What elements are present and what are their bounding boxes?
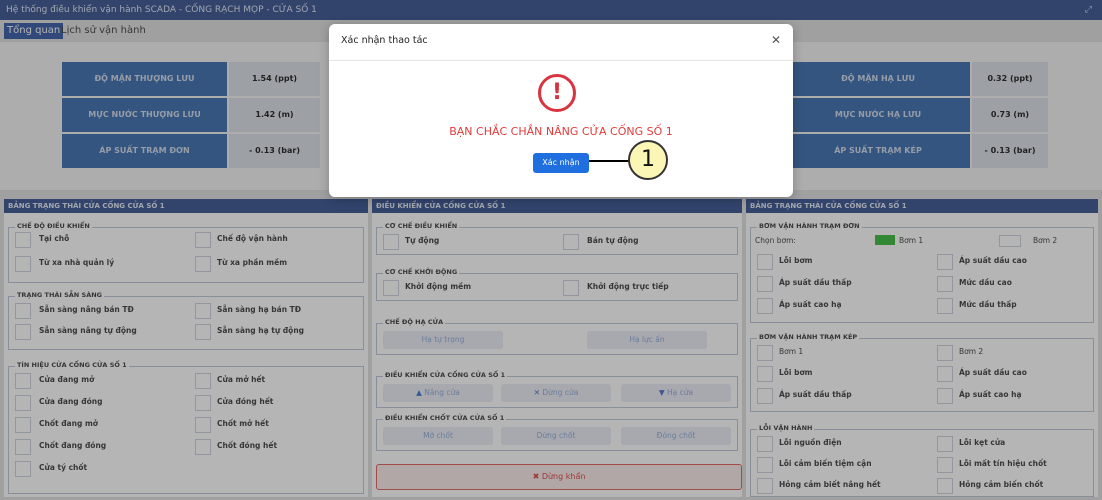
confirm-button[interactable]: Xác nhận [533, 153, 589, 173]
callout-badge: 1 [628, 140, 668, 180]
confirm-dialog: Xác nhận thao tác ✕ ! BẠN CHẮC CHẮN NÂNG… [329, 24, 793, 197]
close-icon[interactable]: ✕ [771, 33, 781, 47]
dialog-message: BẠN CHẮC CHẮN NÂNG CỬA CỐNG SỐ 1 [449, 125, 673, 138]
app-window: Hệ thống điều khiển vận hành SCADA - CỐN… [0, 0, 1102, 500]
dialog-header: Xác nhận thao tác ✕ [329, 24, 793, 61]
dialog-title: Xác nhận thao tác [341, 35, 428, 46]
warning-icon: ! [538, 74, 576, 112]
callout-pointer [589, 160, 631, 162]
